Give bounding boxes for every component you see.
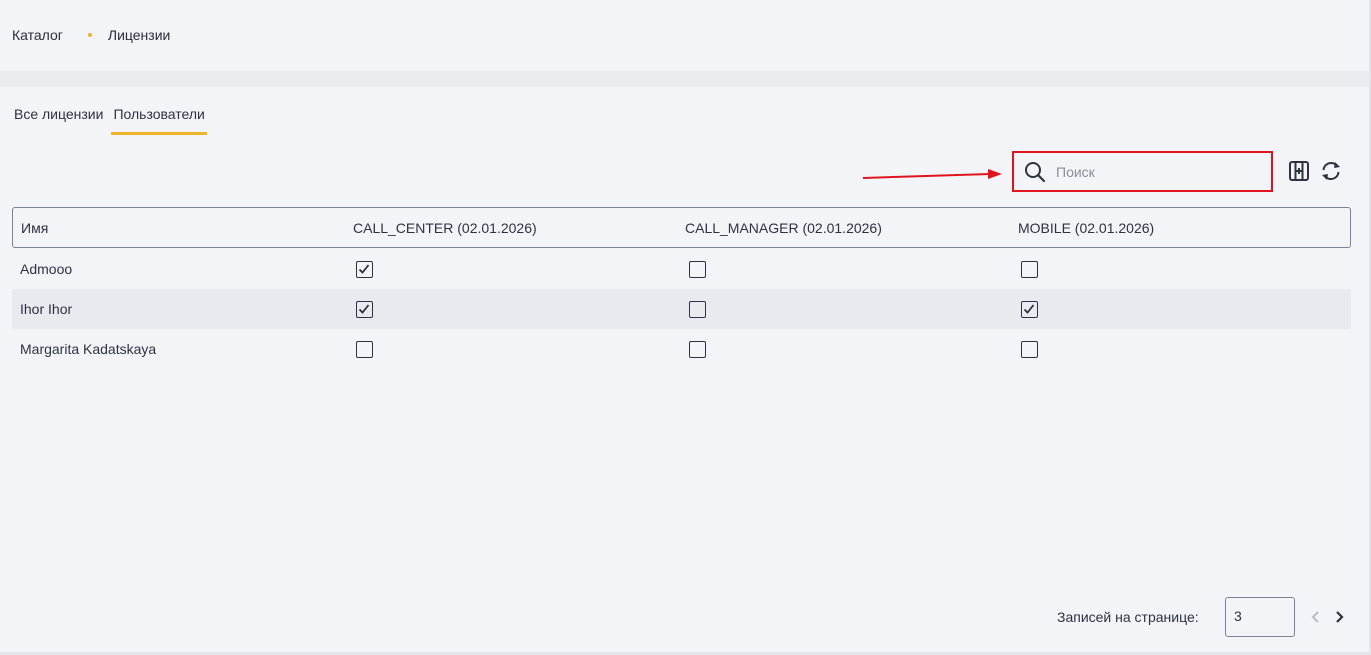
column-header-call-center[interactable]: CALL_CENTER (02.01.2026): [353, 220, 537, 236]
table-row: Ihor Ihor: [12, 289, 1351, 329]
call-manager-checkbox[interactable]: [689, 341, 706, 358]
user-name: Margarita Kadatskaya: [20, 341, 157, 357]
call-center-checkbox[interactable]: [356, 341, 373, 358]
table-row: Margarita Kadatskaya: [12, 329, 1351, 369]
search-icon: [1025, 161, 1046, 182]
breadcrumb-root[interactable]: Каталог: [12, 27, 63, 43]
mobile-checkbox[interactable]: [1021, 341, 1038, 358]
chevron-right-icon[interactable]: [1332, 609, 1346, 625]
search-box[interactable]: [1012, 151, 1273, 192]
table-row: Admooo: [12, 249, 1351, 289]
search-input[interactable]: [1056, 163, 1256, 180]
column-header-call-manager[interactable]: CALL_MANAGER (02.01.2026): [685, 220, 882, 236]
call-center-checkbox[interactable]: [356, 301, 373, 318]
column-header-name[interactable]: Имя: [21, 220, 48, 236]
page-size-label: Записей на странице:: [1057, 609, 1199, 625]
checkmark-icon: [358, 264, 370, 274]
header-divider: [0, 71, 1371, 87]
breadcrumb-current: Лицензии: [107, 27, 171, 43]
checkmark-icon: [1023, 304, 1035, 314]
user-name: Ihor Ihor: [20, 301, 73, 317]
tab-users[interactable]: Пользователи: [111, 104, 207, 135]
mobile-checkbox[interactable]: [1021, 261, 1038, 278]
chevron-left-icon[interactable]: [1309, 609, 1323, 625]
mobile-checkbox[interactable]: [1021, 301, 1038, 318]
page-size-input[interactable]: 3: [1225, 597, 1295, 637]
columns-settings-icon[interactable]: [1288, 160, 1310, 182]
table-header: Имя CALL_CENTER (02.01.2026) CALL_MANAGE…: [12, 207, 1351, 248]
refresh-icon[interactable]: [1320, 160, 1342, 182]
breadcrumb-separator-dot: [87, 33, 92, 37]
column-header-mobile[interactable]: MOBILE (02.01.2026): [1018, 220, 1154, 236]
red-arrow-annotation: [862, 169, 1002, 179]
tab-bar: Все лицензии Пользователи: [12, 104, 213, 136]
user-name: Admooo: [20, 261, 73, 277]
call-manager-checkbox[interactable]: [689, 301, 706, 318]
call-center-checkbox[interactable]: [356, 261, 373, 278]
breadcrumb: Каталог Лицензии: [12, 26, 170, 44]
call-manager-checkbox[interactable]: [689, 261, 706, 278]
tab-all-licenses[interactable]: Все лицензии: [12, 104, 105, 135]
checkmark-icon: [358, 304, 370, 314]
top-bar: Каталог Лицензии: [0, 0, 1371, 71]
